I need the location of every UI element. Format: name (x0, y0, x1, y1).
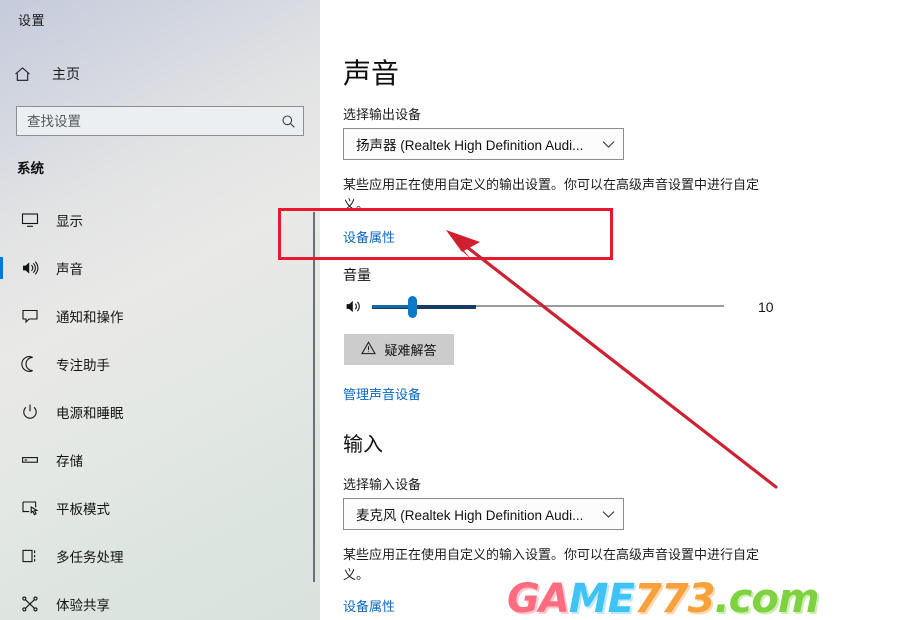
volume-slider-fill-light (372, 305, 412, 308)
sidebar-item-storage[interactable]: 存储 (0, 436, 313, 484)
moon-icon (17, 355, 43, 373)
home-icon (14, 66, 40, 83)
troubleshoot-label: 疑难解答 (384, 343, 437, 358)
active-indicator (0, 449, 3, 471)
sidebar-item-label: 存储 (56, 454, 83, 469)
sidebar-item-label: 声音 (56, 262, 83, 277)
sidebar: 设置 主页 系统 (0, 0, 320, 620)
volume-slider-thumb[interactable] (408, 296, 417, 318)
share-icon (17, 595, 43, 613)
active-indicator (0, 209, 3, 231)
manage-sound-devices-link[interactable]: 管理声音设备 (343, 384, 421, 403)
warning-icon (361, 341, 377, 358)
input-description: 某些应用正在使用自定义的输入设置。你可以在高级声音设置中进行自定义。 (343, 547, 760, 582)
search-box[interactable] (16, 106, 304, 136)
troubleshoot-button[interactable]: 疑难解答 (344, 334, 454, 365)
sidebar-item-shared-experiences[interactable]: 体验共享 (0, 580, 313, 620)
sidebar-item-tablet-mode[interactable]: 平板模式 (0, 484, 313, 532)
input-section-heading: 输入 (343, 434, 383, 456)
volume-slider[interactable] (372, 296, 724, 318)
sidebar-item-focus-assist[interactable]: 专注助手 (0, 340, 313, 388)
sidebar-item-sound[interactable]: 声音 (0, 244, 313, 292)
tablet-icon (17, 499, 43, 517)
drive-icon (17, 451, 43, 469)
search-icon[interactable] (273, 114, 303, 129)
sidebar-item-label: 平板模式 (56, 502, 110, 517)
search-input[interactable] (17, 107, 273, 135)
output-device-value: 扬声器 (Realtek High Definition Audi... (356, 138, 584, 153)
window-title: 设置 (18, 13, 46, 28)
active-indicator (0, 305, 3, 327)
sidebar-item-label: 体验共享 (56, 598, 110, 613)
speaker-icon (345, 298, 363, 320)
chevron-down-icon (593, 510, 623, 519)
page-title: 声音 (343, 58, 400, 89)
active-indicator (0, 545, 3, 567)
active-indicator (0, 353, 3, 375)
power-icon (17, 403, 43, 421)
sidebar-item-label: 多任务处理 (56, 550, 124, 565)
sidebar-item-power-sleep[interactable]: 电源和睡眠 (0, 388, 313, 436)
input-device-properties-link[interactable]: 设备属性 (343, 596, 395, 615)
output-description: 某些应用正在使用自定义的输出设置。你可以在高级声音设置中进行自定义。 (343, 177, 760, 212)
chevron-down-icon (593, 140, 623, 149)
volume-heading: 音量 (343, 267, 371, 283)
sidebar-scrollbar-thumb[interactable] (313, 212, 315, 582)
output-device-properties-link[interactable]: 设备属性 (343, 227, 395, 246)
main-content: 声音 选择输出设备 扬声器 (Realtek High Definition A… (320, 0, 898, 620)
active-indicator (0, 401, 3, 423)
input-device-dropdown[interactable]: 麦克风 (Realtek High Definition Audi... (343, 498, 624, 530)
sidebar-item-home-label: 主页 (52, 66, 80, 82)
active-indicator (0, 257, 3, 279)
sidebar-item-label: 电源和睡眠 (56, 406, 124, 421)
sidebar-item-home[interactable]: 主页 (14, 59, 304, 89)
sidebar-item-label: 专注助手 (56, 358, 110, 373)
notification-icon (17, 307, 43, 325)
volume-value: 10 (758, 299, 774, 315)
monitor-icon (17, 211, 43, 229)
sidebar-nav: 显示 声音 通知和操作 专注助手 电源和睡眠 存储 平板模式 多任务处理 体验共… (0, 196, 313, 620)
sidebar-item-label: 通知和操作 (56, 310, 124, 325)
output-device-label: 选择输出设备 (343, 107, 422, 122)
sidebar-item-display[interactable]: 显示 (0, 196, 313, 244)
sidebar-item-notifications[interactable]: 通知和操作 (0, 292, 313, 340)
speaker-icon (17, 259, 43, 277)
input-device-value: 麦克风 (Realtek High Definition Audi... (356, 508, 584, 523)
multitask-icon (17, 547, 43, 565)
settings-window: 设置 主页 系统 (0, 0, 898, 620)
active-indicator (0, 593, 3, 615)
active-indicator (0, 497, 3, 519)
sidebar-item-label: 显示 (56, 214, 83, 229)
input-device-label: 选择输入设备 (343, 477, 422, 492)
sidebar-group-label: 系统 (17, 161, 44, 176)
output-device-dropdown[interactable]: 扬声器 (Realtek High Definition Audi... (343, 128, 624, 160)
sidebar-item-multitasking[interactable]: 多任务处理 (0, 532, 313, 580)
